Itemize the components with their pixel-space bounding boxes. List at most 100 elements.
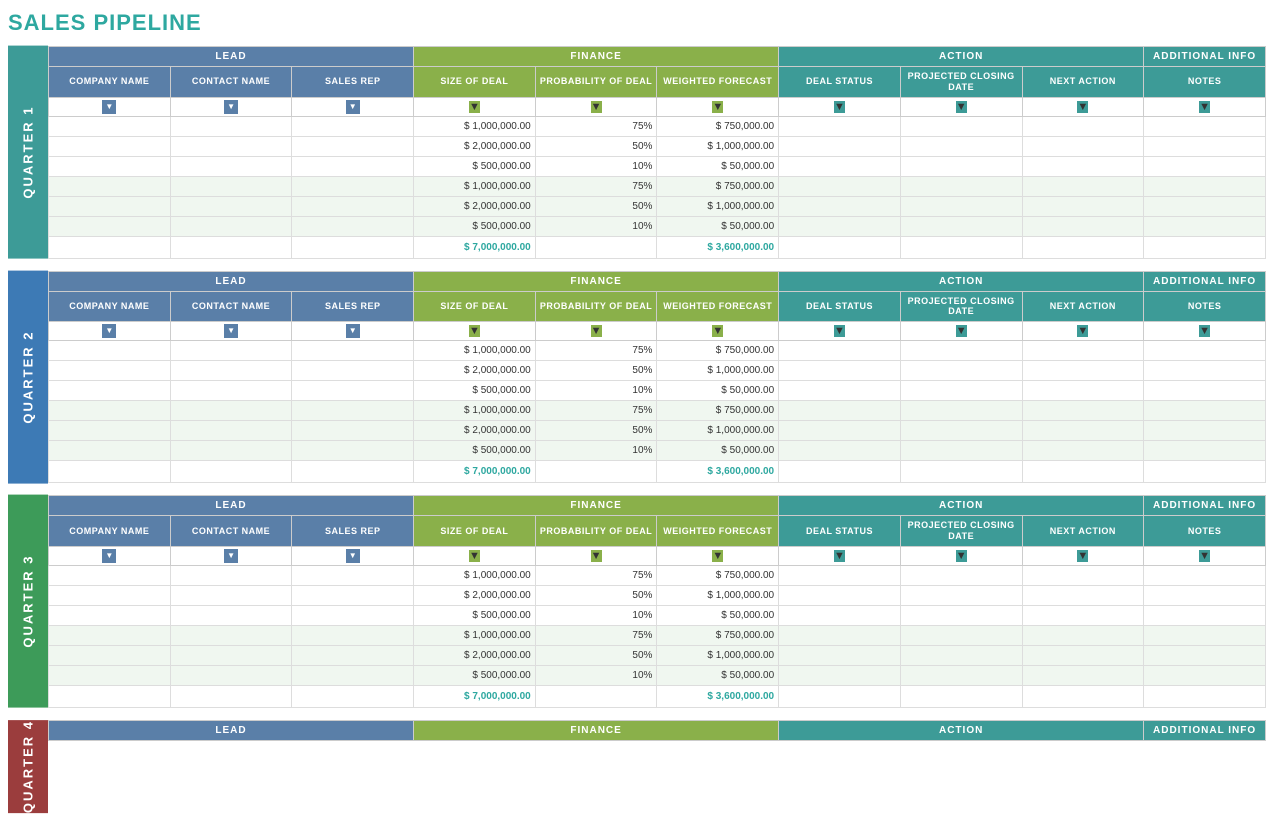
cell-1-2[interactable] (292, 585, 414, 605)
cell-4-9[interactable] (1144, 421, 1266, 441)
cell-4-8[interactable] (1022, 196, 1144, 216)
cell-3-7[interactable] (900, 176, 1022, 196)
cell-0-6[interactable] (779, 116, 901, 136)
cell-1-7[interactable] (900, 361, 1022, 381)
cell-1-4[interactable]: 50% (535, 361, 657, 381)
cell-4-8[interactable] (1022, 421, 1144, 441)
cell-4-5[interactable]: $ 1,000,000.00 (657, 645, 779, 665)
cell-5-2[interactable] (292, 665, 414, 685)
cell-3-6[interactable] (779, 401, 901, 421)
cell-0-7[interactable] (900, 116, 1022, 136)
filter-icon-1[interactable]: ▼ (224, 549, 238, 563)
cell-0-4[interactable]: 75% (535, 116, 657, 136)
cell-5-8[interactable] (1022, 216, 1144, 236)
cell-0-0[interactable] (49, 565, 171, 585)
filter-icon-3[interactable]: ▼ (469, 325, 480, 337)
filter-icon-1[interactable]: ▼ (224, 324, 238, 338)
filter-icon-6[interactable]: ▼ (834, 550, 845, 562)
cell-3-9[interactable] (1144, 401, 1266, 421)
cell-1-8[interactable] (1022, 585, 1144, 605)
filter-icon-8[interactable]: ▼ (1077, 550, 1088, 562)
cell-3-8[interactable] (1022, 176, 1144, 196)
cell-1-9[interactable] (1144, 585, 1266, 605)
cell-2-5[interactable]: $ 50,000.00 (657, 156, 779, 176)
cell-5-6[interactable] (779, 665, 901, 685)
cell-4-1[interactable] (170, 196, 292, 216)
cell-0-4[interactable]: 75% (535, 565, 657, 585)
cell-2-7[interactable] (900, 381, 1022, 401)
cell-3-2[interactable] (292, 625, 414, 645)
filter-icon-9[interactable]: ▼ (1199, 101, 1210, 113)
cell-5-1[interactable] (170, 665, 292, 685)
cell-1-3[interactable]: $ 2,000,000.00 (414, 361, 536, 381)
filter-icon-7[interactable]: ▼ (956, 550, 967, 562)
cell-4-1[interactable] (170, 421, 292, 441)
cell-3-0[interactable] (49, 625, 171, 645)
filter-icon-2[interactable]: ▼ (346, 549, 360, 563)
cell-4-2[interactable] (292, 196, 414, 216)
cell-0-3[interactable]: $ 1,000,000.00 (414, 116, 536, 136)
cell-3-7[interactable] (900, 625, 1022, 645)
cell-5-6[interactable] (779, 216, 901, 236)
cell-3-2[interactable] (292, 176, 414, 196)
filter-icon-4[interactable]: ▼ (591, 101, 602, 113)
cell-2-5[interactable]: $ 50,000.00 (657, 605, 779, 625)
cell-3-0[interactable] (49, 401, 171, 421)
cell-3-6[interactable] (779, 176, 901, 196)
cell-1-4[interactable]: 50% (535, 585, 657, 605)
cell-1-6[interactable] (779, 136, 901, 156)
cell-0-9[interactable] (1144, 341, 1266, 361)
cell-5-3[interactable]: $ 500,000.00 (414, 665, 536, 685)
cell-4-0[interactable] (49, 196, 171, 216)
cell-2-0[interactable] (49, 156, 171, 176)
cell-2-9[interactable] (1144, 156, 1266, 176)
cell-1-3[interactable]: $ 2,000,000.00 (414, 585, 536, 605)
cell-3-6[interactable] (779, 625, 901, 645)
cell-2-1[interactable] (170, 605, 292, 625)
cell-4-7[interactable] (900, 645, 1022, 665)
cell-2-4[interactable]: 10% (535, 381, 657, 401)
cell-4-3[interactable]: $ 2,000,000.00 (414, 196, 536, 216)
cell-1-0[interactable] (49, 585, 171, 605)
cell-0-8[interactable] (1022, 341, 1144, 361)
cell-1-0[interactable] (49, 361, 171, 381)
cell-5-8[interactable] (1022, 665, 1144, 685)
cell-0-2[interactable] (292, 341, 414, 361)
cell-3-9[interactable] (1144, 625, 1266, 645)
cell-1-2[interactable] (292, 136, 414, 156)
cell-0-4[interactable]: 75% (535, 341, 657, 361)
cell-0-2[interactable] (292, 565, 414, 585)
cell-5-6[interactable] (779, 441, 901, 461)
cell-2-2[interactable] (292, 156, 414, 176)
cell-1-7[interactable] (900, 136, 1022, 156)
filter-icon-3[interactable]: ▼ (469, 101, 480, 113)
cell-0-9[interactable] (1144, 565, 1266, 585)
cell-2-3[interactable]: $ 500,000.00 (414, 156, 536, 176)
cell-1-8[interactable] (1022, 361, 1144, 381)
cell-2-3[interactable]: $ 500,000.00 (414, 605, 536, 625)
filter-icon-7[interactable]: ▼ (956, 101, 967, 113)
cell-4-3[interactable]: $ 2,000,000.00 (414, 645, 536, 665)
cell-4-7[interactable] (900, 196, 1022, 216)
cell-0-0[interactable] (49, 116, 171, 136)
cell-3-4[interactable]: 75% (535, 176, 657, 196)
cell-3-9[interactable] (1144, 176, 1266, 196)
cell-1-6[interactable] (779, 585, 901, 605)
cell-5-2[interactable] (292, 216, 414, 236)
cell-2-4[interactable]: 10% (535, 605, 657, 625)
cell-4-0[interactable] (49, 645, 171, 665)
cell-0-3[interactable]: $ 1,000,000.00 (414, 565, 536, 585)
cell-2-2[interactable] (292, 605, 414, 625)
cell-2-3[interactable]: $ 500,000.00 (414, 381, 536, 401)
filter-icon-1[interactable]: ▼ (224, 100, 238, 114)
cell-4-5[interactable]: $ 1,000,000.00 (657, 196, 779, 216)
cell-1-5[interactable]: $ 1,000,000.00 (657, 361, 779, 381)
cell-3-3[interactable]: $ 1,000,000.00 (414, 625, 536, 645)
cell-4-6[interactable] (779, 421, 901, 441)
cell-5-4[interactable]: 10% (535, 216, 657, 236)
filter-icon-4[interactable]: ▼ (591, 325, 602, 337)
filter-icon-2[interactable]: ▼ (346, 100, 360, 114)
filter-icon-0[interactable]: ▼ (102, 324, 116, 338)
cell-0-6[interactable] (779, 565, 901, 585)
cell-5-7[interactable] (900, 665, 1022, 685)
